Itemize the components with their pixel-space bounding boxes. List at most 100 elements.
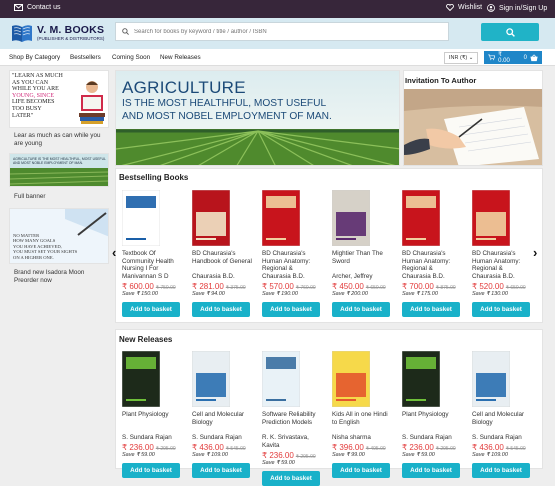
add-to-basket-button[interactable]: Add to basket xyxy=(402,463,460,478)
book-title[interactable]: BD Chaurasia's Handbook of General xyxy=(192,250,254,273)
carousel-prev-arrow[interactable]: ‹ xyxy=(112,245,116,260)
book-cover[interactable] xyxy=(332,351,370,407)
book-price: ₹ 450.00 xyxy=(332,282,364,291)
hero-banner[interactable]: AGRICULTURE IS THE MOST HEALTHFUL, MOST … xyxy=(115,70,400,166)
nav-shop-by-category[interactable]: Shop By Category xyxy=(9,54,60,61)
add-to-basket-button[interactable]: Add to basket xyxy=(262,302,320,317)
promo-learn-caption[interactable]: Lear as much as can while you are young xyxy=(14,132,109,148)
book-cover[interactable] xyxy=(472,190,510,246)
book-title[interactable]: Software Reliability Prediction Models xyxy=(262,411,324,434)
search-icon xyxy=(122,28,129,35)
book-card[interactable]: BD Chaurasia's Human Anatomy: Regional &… xyxy=(472,190,534,317)
add-to-basket-button[interactable]: Add to basket xyxy=(262,471,320,486)
quote-line: LIFE BECOMES xyxy=(12,99,55,106)
book-old-price: ₹ 295.00 xyxy=(295,454,316,460)
add-to-basket-button[interactable]: Add to basket xyxy=(472,302,530,317)
promo-full-banner-card[interactable]: AGRICULTURE IS THE MOST HEALTHFUL, MOST … xyxy=(9,153,109,187)
signin-link[interactable]: Sign in/Sign Up xyxy=(487,4,547,12)
book-title[interactable]: Cell and Molecular Biology xyxy=(472,411,534,434)
quote-line: WHILE YOU ARE xyxy=(12,86,59,93)
book-title[interactable]: Textbook Of Community Health Nursing I F… xyxy=(122,250,184,273)
add-to-basket-button[interactable]: Add to basket xyxy=(192,302,250,317)
search-input[interactable] xyxy=(134,28,434,35)
book-cover[interactable] xyxy=(332,190,370,246)
hero-line-3: AND MOST NOBEL EMPLOYMENT OF MAN. xyxy=(122,111,332,122)
book-title[interactable]: Plant Physiology xyxy=(122,411,184,434)
book-card[interactable]: Plant Physiology S. Sundara Rajan ₹ 236.00… xyxy=(402,351,464,478)
book-cover[interactable] xyxy=(262,351,300,407)
book-author: Chaurasia B.D. xyxy=(402,273,445,280)
currency-select[interactable]: INR (₹) ⌄ xyxy=(444,52,479,64)
add-to-basket-button[interactable]: Add to basket xyxy=(332,302,390,317)
book-price-row: ₹ 236.00 ₹ 295.00 xyxy=(262,451,324,460)
book-card[interactable]: BD Chaurasia's Handbook of General Chaura… xyxy=(192,190,254,317)
book-title[interactable]: BD Chaurasia's Human Anatomy: Regional & xyxy=(472,250,534,273)
book-cover[interactable] xyxy=(472,351,510,407)
book-title[interactable]: Plant Physiology xyxy=(402,411,464,434)
book-card[interactable]: Plant Physiology S. Sundara Rajan ₹ 236.00… xyxy=(122,351,184,478)
book-card[interactable]: Mightier Than The Sword Archer, Jeffrey ₹ … xyxy=(332,190,394,317)
invitation-panel[interactable]: Invitation To Author xyxy=(403,70,543,166)
nav-coming-soon[interactable]: Coming Soon xyxy=(112,54,150,61)
book-price: ₹ 570.00 xyxy=(262,282,294,291)
book-cover[interactable] xyxy=(122,351,160,407)
brand-logo[interactable]: V. M. BOOKS (PUBLISHER & DISTRIBUTORS) xyxy=(10,22,104,44)
book-title[interactable]: BD Chaurasia's Human Anatomy: Regional & xyxy=(402,250,464,273)
goals-caption[interactable]: Brand new Isadora Moon Preorder now xyxy=(14,269,109,285)
book-cover-image xyxy=(122,351,160,407)
wishlist-link[interactable]: Wishlist xyxy=(446,4,482,11)
book-card[interactable]: Textbook Of Community Health Nursing I F… xyxy=(122,190,184,317)
book-savings: Save ₹ 150.00 xyxy=(122,291,158,297)
add-to-basket-button[interactable]: Add to basket xyxy=(402,302,460,317)
book-price-row: ₹ 236.00 ₹ 295.00 xyxy=(402,443,464,452)
book-savings: Save ₹ 109.00 xyxy=(472,452,508,458)
add-to-basket-button[interactable]: Add to basket xyxy=(332,463,390,478)
promo-learn-card[interactable]: "LEARN AS MUCH AS YOU CAN WHILE YOU ARE … xyxy=(9,70,109,128)
book-card[interactable]: Kids All in one Hindi to English Nisha sh… xyxy=(332,351,394,478)
book-card[interactable]: BD Chaurasia's Human Anatomy: Regional &… xyxy=(262,190,324,317)
contact-label: Contact us xyxy=(27,4,61,11)
book-savings: Save ₹ 200.00 xyxy=(332,291,368,297)
book-author: Chaurasia B.D. xyxy=(472,273,515,280)
book-author: S. Sundara Rajan xyxy=(472,434,522,441)
add-to-basket-button[interactable]: Add to basket xyxy=(122,302,180,317)
book-title[interactable]: Mightier Than The Sword xyxy=(332,250,394,273)
book-card[interactable]: Cell and Molecular Biology S. Sundara Raj… xyxy=(192,351,254,478)
contact-link[interactable]: Contact us xyxy=(14,4,60,11)
nav-new-releases[interactable]: New Releases xyxy=(160,54,201,61)
book-title[interactable]: Cell and Molecular Biology xyxy=(192,411,254,434)
book-old-price: ₹ 375.00 xyxy=(225,285,246,291)
cart-icon xyxy=(488,54,496,61)
book-card[interactable]: Software Reliability Prediction Models R.… xyxy=(262,351,324,486)
book-cover[interactable] xyxy=(262,190,300,246)
add-to-basket-button[interactable]: Add to basket xyxy=(122,463,180,478)
book-title[interactable]: Kids All in one Hindi to English xyxy=(332,411,394,434)
book-cover[interactable] xyxy=(192,190,230,246)
book-cover[interactable] xyxy=(402,351,440,407)
book-cover[interactable] xyxy=(122,190,160,246)
book-cover[interactable] xyxy=(402,190,440,246)
add-to-basket-button[interactable]: Add to basket xyxy=(192,463,250,478)
book-title[interactable]: BD Chaurasia's Human Anatomy: Regional & xyxy=(262,250,324,273)
book-price: ₹ 396.00 xyxy=(332,443,364,452)
full-banner-caption[interactable]: Full banner xyxy=(14,193,46,201)
nav-bestsellers[interactable]: Bestsellers xyxy=(70,54,101,61)
book-price-row: ₹ 600.00 ₹ 750.00 xyxy=(122,282,184,291)
add-to-basket-button[interactable]: Add to basket xyxy=(472,463,530,478)
cart-button[interactable]: ₹ 0.00 0 xyxy=(484,51,542,64)
quote-line: "LEARN AS MUCH xyxy=(12,73,63,79)
book-author: S. Sundara Rajan xyxy=(192,434,242,441)
book-cover[interactable] xyxy=(192,351,230,407)
book-card[interactable]: Cell and Molecular Biology S. Sundara Raj… xyxy=(472,351,534,478)
search-box[interactable] xyxy=(115,22,449,41)
hero-headline: AGRICULTURE xyxy=(122,78,246,97)
book-price: ₹ 436.00 xyxy=(472,443,504,452)
book-price-row: ₹ 520.00 ₹ 650.00 xyxy=(472,282,534,291)
cart-count: 0 xyxy=(523,54,527,61)
promo-goals-card[interactable]: NO MATTER HOW MANY GOALS YOU HAVE ACHIEV… xyxy=(9,208,109,264)
search-button[interactable] xyxy=(481,23,539,41)
book-price: ₹ 236.00 xyxy=(402,443,434,452)
book-cover-image xyxy=(472,351,510,407)
main-nav: Shop By Category Bestsellers Coming Soon… xyxy=(0,49,555,66)
book-card[interactable]: BD Chaurasia's Human Anatomy: Regional &… xyxy=(402,190,464,317)
